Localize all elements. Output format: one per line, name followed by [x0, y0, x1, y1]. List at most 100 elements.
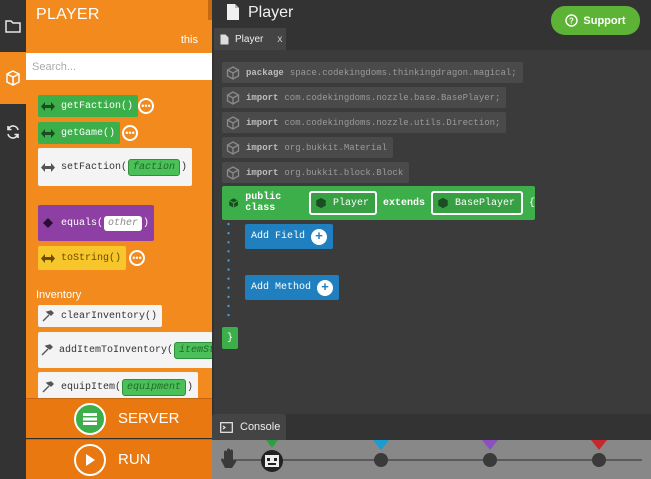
timeline-track	[222, 459, 642, 461]
diamond-arrows-icon	[41, 162, 55, 172]
cube-icon	[228, 198, 239, 208]
param-faction[interactable]: faction	[128, 158, 181, 176]
block-clear-inventory[interactable]: clearInventory()	[38, 305, 163, 327]
add-method-label: Add Method	[251, 282, 312, 293]
file-title: Player	[248, 4, 294, 21]
package-statement[interactable]: package space.codekingdoms.thinkingdrago…	[222, 62, 523, 83]
support-button[interactable]: ? Support	[551, 6, 640, 35]
blocks-button[interactable]	[0, 52, 26, 104]
add-field-button[interactable]: Add Field +	[245, 224, 334, 249]
close-tab-icon[interactable]: x	[277, 34, 282, 45]
code-canvas: package space.codekingdoms.thinkingdrago…	[214, 50, 651, 414]
hammer-icon	[41, 310, 55, 322]
help-icon: ?	[565, 14, 579, 27]
open-brace: {	[528, 197, 535, 209]
block-set-faction[interactable]: setFaction( faction )	[38, 148, 193, 186]
timeline-marker-purple[interactable]	[480, 440, 500, 468]
block-label: toString()	[61, 252, 122, 264]
timeline-marker-red[interactable]	[589, 440, 609, 468]
inventory-section-label: Inventory	[36, 289, 82, 301]
block-label: getFaction()	[61, 100, 134, 112]
refresh-icon	[7, 125, 19, 139]
cube-icon	[438, 197, 448, 209]
more-options-icon[interactable]: •••	[129, 250, 145, 266]
sync-button[interactable]	[0, 106, 26, 158]
folder-icon	[5, 20, 21, 33]
run-label: RUN	[118, 451, 151, 468]
console-label: Console	[240, 421, 281, 433]
parent-class-field[interactable]: BasePlayer	[430, 191, 523, 215]
block-get-faction[interactable]: getFaction()	[38, 95, 139, 117]
tab-player[interactable]: Player x	[214, 28, 286, 50]
extends-keyword: extends	[382, 197, 425, 209]
file-icon	[220, 34, 229, 44]
server-button[interactable]: SERVER	[26, 398, 212, 438]
run-button[interactable]: RUN	[26, 439, 212, 479]
folder-button[interactable]	[0, 0, 26, 52]
left-icon-rail	[0, 0, 26, 479]
close-brace: }	[222, 327, 238, 349]
hand-icon[interactable]	[216, 446, 242, 472]
play-icon	[74, 443, 106, 476]
block-label: addItemToInventory(	[59, 344, 174, 356]
add-method-button[interactable]: Add Method +	[245, 275, 340, 300]
block-label: setFaction(	[61, 161, 128, 173]
console-tab[interactable]: Console	[212, 414, 286, 440]
block-close-paren: )	[181, 161, 188, 173]
import-statement[interactable]: import org.bukkit.block.Block	[222, 162, 410, 183]
panel-title: PLAYER	[36, 6, 100, 23]
cube-icon	[316, 197, 326, 209]
diamond-arrows-icon	[41, 101, 55, 111]
import-statement[interactable]: import com.codekingdoms.nozzle.base.Base…	[222, 87, 507, 108]
cube-icon	[226, 65, 240, 80]
param-item-stack[interactable]: itemSt	[174, 341, 212, 359]
block-equip-item[interactable]: equipItem( equipment )	[38, 372, 199, 398]
timeline-marker-blue[interactable]	[371, 440, 391, 468]
block-label: clearInventory()	[61, 310, 158, 322]
import-statement[interactable]: import org.bukkit.Material	[222, 137, 394, 158]
cube-icon	[226, 165, 240, 180]
class-declaration[interactable]: public class Player extends BasePlayer {	[222, 186, 535, 220]
server-label: SERVER	[118, 410, 180, 427]
cube-icon	[226, 115, 240, 130]
block-close-paren: )	[187, 381, 194, 393]
hammer-icon	[41, 344, 53, 356]
block-close-paren: )	[143, 217, 150, 229]
cube-icon	[226, 90, 240, 105]
svg-text:?: ?	[569, 17, 574, 26]
blocks-panel: PLAYER this getFaction() ••• getGame() •…	[26, 0, 212, 398]
diamond-arrows-icon	[41, 253, 55, 263]
param-equipment[interactable]: equipment	[122, 378, 187, 396]
more-options-icon[interactable]: •••	[122, 125, 138, 141]
tab-label: Player	[235, 33, 264, 45]
param-other[interactable]: other	[104, 215, 143, 231]
add-field-label: Add Field	[251, 231, 306, 242]
block-add-item-to-inventory[interactable]: addItemToInventory( itemSt	[38, 332, 212, 368]
code-editor: Player ? Support Player x package space.…	[212, 0, 651, 440]
hammer-icon	[41, 381, 55, 393]
console-icon	[220, 421, 233, 433]
block-label: equals(	[61, 217, 104, 229]
public-class-keyword: public class	[245, 192, 282, 214]
diamond-arrows-icon	[41, 128, 55, 138]
cube-icon	[226, 140, 240, 155]
context-label: this	[180, 34, 198, 46]
class-body-guide	[227, 222, 230, 326]
block-equals[interactable]: equals( other )	[38, 205, 155, 241]
block-to-string[interactable]: toString()	[38, 246, 127, 270]
player-avatar-icon[interactable]	[259, 440, 285, 476]
import-statement[interactable]: import com.codekingdoms.nozzle.utils.Dir…	[222, 112, 507, 133]
class-name-field[interactable]: Player	[308, 191, 377, 215]
file-icon	[227, 4, 239, 20]
diamond-icon	[41, 218, 55, 228]
plus-icon: +	[311, 228, 328, 245]
plus-icon: +	[317, 279, 334, 296]
server-icon	[74, 402, 106, 435]
more-options-icon[interactable]: •••	[138, 98, 154, 114]
block-label: getGame()	[61, 127, 116, 139]
search-input[interactable]	[26, 53, 212, 80]
support-label: Support	[583, 14, 626, 27]
block-label: equipItem(	[61, 381, 122, 393]
cube-icon	[6, 70, 20, 86]
block-get-game[interactable]: getGame()	[38, 122, 121, 144]
